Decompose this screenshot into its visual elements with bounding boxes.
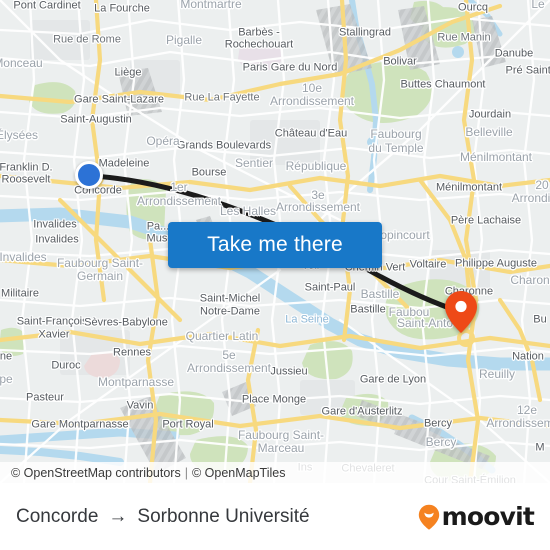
arrow-right-icon: → [108, 506, 128, 527]
destination-marker[interactable] [444, 290, 478, 334]
take-me-there-label: Take me there [207, 233, 343, 256]
openmaptiles-attribution-link[interactable]: © OpenMapTiles [192, 466, 286, 480]
origin-marker[interactable] [75, 161, 103, 189]
moovit-pin-icon [418, 504, 439, 530]
moovit-logo[interactable]: moovit [418, 502, 535, 531]
trip-origin-label[interactable]: Concorde [16, 506, 98, 528]
moovit-trip-map-screen: Pont Cardinet La Fourche Montmartre Barbès … [0, 0, 550, 550]
attribution-separator: | [184, 465, 188, 480]
take-me-there-button[interactable]: Take me there [168, 222, 382, 268]
map-canvas[interactable]: Pont Cardinet La Fourche Montmartre Barbès … [0, 0, 550, 483]
trip-destination-label[interactable]: Sorbonne Université [137, 506, 309, 528]
trip-summary: Concorde → Sorbonne Université [16, 506, 310, 528]
trip-footer: Concorde → Sorbonne Université moovit [0, 483, 550, 550]
map-attribution: © OpenStreetMap contributors | © OpenMap… [0, 462, 550, 483]
moovit-wordmark: moovit [441, 502, 535, 531]
osm-attribution-link[interactable]: © OpenStreetMap contributors [11, 466, 181, 480]
